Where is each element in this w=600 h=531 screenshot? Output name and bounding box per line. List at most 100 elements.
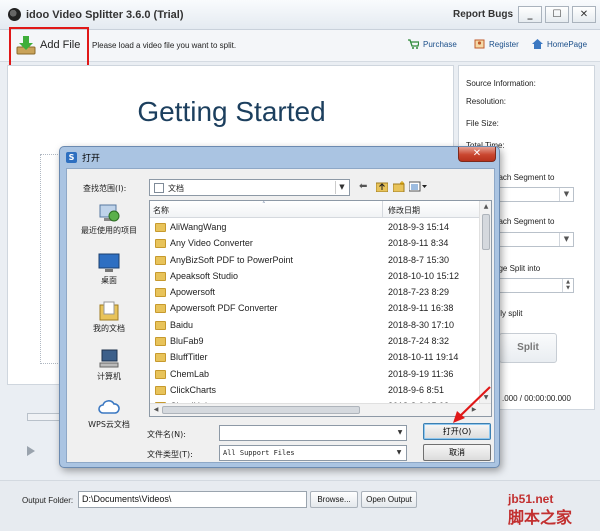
desktop-icon [98,253,120,272]
open-output-button[interactable]: Open Output [361,491,417,508]
scroll-thumb[interactable] [482,214,490,250]
file-name: BluffTitler [170,352,208,363]
folder-icon [155,288,166,298]
place-computer[interactable]: 计算机 [73,349,145,382]
file-row[interactable]: BluFab9 2018-7-24 8:32 [150,334,480,350]
computer-icon [99,349,119,368]
play-icon[interactable] [27,446,35,456]
file-date: 2018-7-23 8:29 [388,287,450,298]
source-info-label: Source Information: [466,79,536,88]
my-documents-icon [99,301,119,321]
scroll-left-icon[interactable]: ◀ [150,404,162,416]
output-folder-input[interactable]: D:\Documents\Videos\ [78,491,307,508]
folder-icon [155,239,166,249]
register-label: Register [489,40,519,49]
split-button[interactable]: Split [499,333,557,363]
file-type-select[interactable]: All Support Files ▼ [219,445,407,461]
place-recent[interactable]: 最近使用的项目 [73,203,145,236]
dialog-title: 打开 [82,154,101,164]
dialog-close-button[interactable]: ✕ [458,147,496,162]
browse-button[interactable]: Browse... [310,491,358,508]
file-date: 2018-9-3 15:14 [388,222,450,232]
file-name-label: 文件名(N): [147,430,186,439]
file-type-label: 文件类型(T): [147,450,193,459]
look-in-combo[interactable]: 文档 ▼ [149,179,350,196]
close-button[interactable]: ✕ [572,6,596,23]
load-hint-text: Please load a video file you want to spl… [92,41,237,50]
recent-items-icon [99,204,120,222]
column-date-header[interactable]: 修改日期 [388,205,420,216]
folder-icon [155,320,166,330]
file-date: 2018-8-30 17:10 [388,319,455,330]
hscroll-thumb[interactable] [162,406,360,414]
file-row[interactable]: AnyBizSoft PDF to PowerPoint 2018-8-7 15:… [150,253,480,269]
file-date: 2018-9-11 16:38 [388,303,454,314]
file-name: AnyBizSoft PDF to PowerPoint [170,254,294,265]
chevron-down-icon: ▼ [559,233,573,246]
place-wps-cloud[interactable]: WPS云文档 [73,397,145,430]
file-row[interactable]: Apowersoft PDF Converter 2018-9-11 16:38 [150,301,480,317]
file-date: 2018-9-6 8:51 [388,384,445,395]
up-folder-icon[interactable] [375,181,389,195]
homepage-link[interactable]: HomePage [532,39,587,49]
file-name-dropdown[interactable]: ▼ [393,426,407,442]
place-desktop[interactable]: 桌面 [73,253,145,286]
dialog-body: 查找范围(I): 文档 ▼ ⬅ 最近使用的项目 桌面 我的文档 计算机 WPS云… [66,168,495,463]
look-in-label: 查找范围(I): [83,184,127,193]
resolution-label: Resolution: [466,97,507,106]
documents-icon [154,183,164,193]
file-type-value: All Support Files [223,449,295,457]
file-date: 2018-7-24 8:32 [388,336,450,347]
file-name-input[interactable] [219,425,407,441]
file-row[interactable]: Baidu 2018-8-30 17:10 [150,318,480,334]
view-menu-icon[interactable] [408,181,427,195]
file-row[interactable]: Any Video Converter 2018-9-11 8:34 [150,236,480,252]
back-icon[interactable]: ⬅ [359,181,367,192]
output-folder-label: Output Folder: [22,496,74,505]
scroll-up-icon[interactable]: ▲ [480,201,491,213]
cancel-button[interactable]: 取消 [423,444,491,461]
file-size-label: File Size: [466,119,499,128]
register-link[interactable]: Register [474,39,519,49]
download-icon [16,36,36,55]
file-row[interactable]: Apowersoft 2018-7-23 8:29 [150,285,480,301]
place-recent-label: 最近使用的项目 [81,226,137,235]
file-date: 2018-8-7 15:30 [388,254,450,265]
spinner-arrows-icon[interactable]: ▲ ▼ [562,279,573,292]
place-documents[interactable]: 我的文档 [73,301,145,334]
file-rows: AliWangWang 2018-9-3 15:14 Any Video Conve… [150,220,480,416]
segment-size-label: each Segment to [494,217,555,226]
folder-icon [155,304,166,314]
folder-icon [155,369,166,379]
app-logo-icon [8,8,21,21]
column-divider[interactable] [382,201,383,218]
file-row[interactable]: BluffTitler 2018-10-11 19:14 [150,350,480,366]
report-bugs-link[interactable]: Report Bugs [453,9,513,20]
file-row[interactable]: Apeaksoft Studio 2018-10-10 15:12 [150,269,480,285]
app-titlebar: idoo Video Splitter 3.6.0 (Trial) Report… [0,0,600,30]
file-row[interactable]: ClickCharts 2018-9-6 8:51 [150,383,480,399]
file-name: ChemLab [170,368,210,379]
file-name: AliWangWang [170,222,227,232]
add-file-button[interactable]: Add File [9,27,89,67]
new-folder-icon[interactable] [392,181,405,195]
vertical-scrollbar[interactable]: ▲ ▼ [479,201,491,404]
annotation-arrow [453,386,491,423]
folder-icon [155,271,166,281]
cloud-icon [98,400,120,414]
file-date: 2018-10-10 15:12 [388,270,460,281]
purchase-link[interactable]: Purchase [408,39,457,49]
horizontal-scrollbar[interactable]: ◀ ▶ [150,403,491,416]
column-name-header[interactable]: 名称 [153,205,169,216]
folder-icon [155,337,166,347]
home-icon [532,39,543,49]
file-name: Apeaksoft Studio [170,270,239,281]
minimize-button[interactable]: _ [518,6,542,23]
file-name: Apowersoft PDF Converter [170,303,278,314]
look-in-value: 文档 [168,184,184,193]
file-row[interactable]: AliWangWang 2018-9-3 15:14 [150,220,480,236]
file-row[interactable]: ChemLab 2018-9-19 11:36 [150,367,480,383]
average-split-label: age Split into [494,264,541,273]
segment-duration-label: each Segment to [494,173,555,182]
maximize-button[interactable]: ☐ [545,6,569,23]
